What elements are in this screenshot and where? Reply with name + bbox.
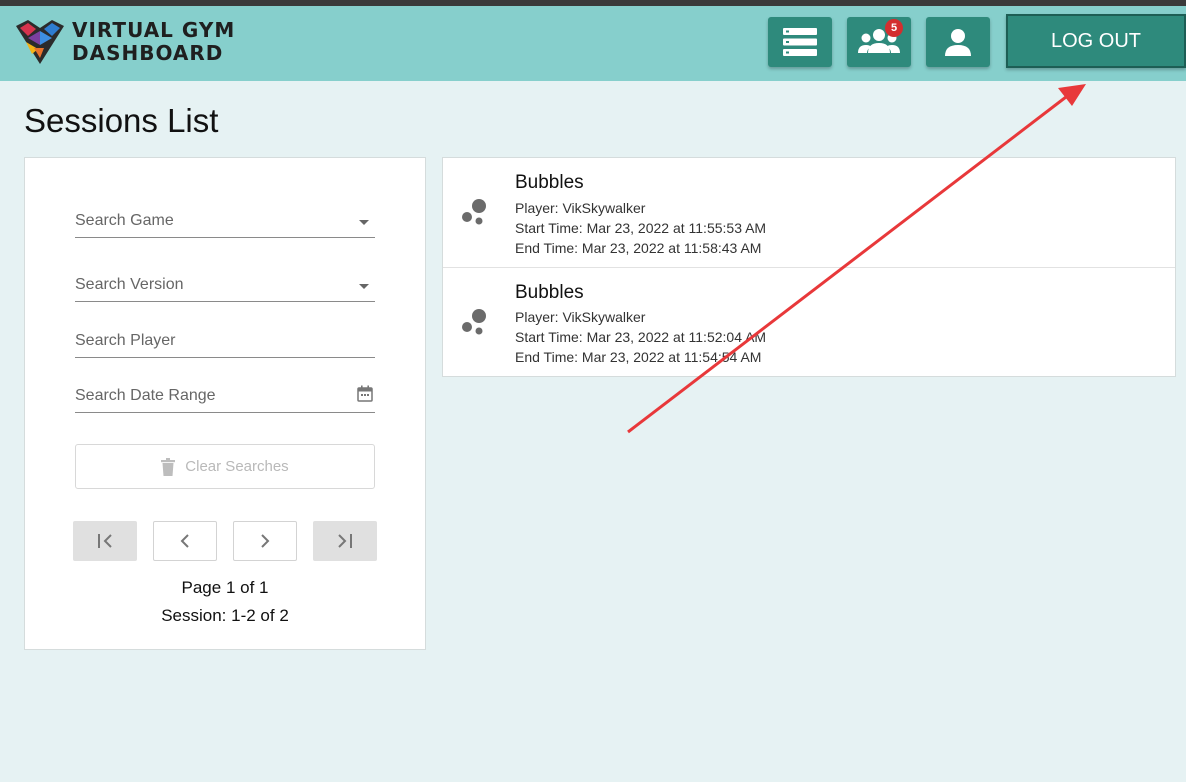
logout-button[interactable]: LOG OUT bbox=[1006, 14, 1186, 68]
first-page-button[interactable] bbox=[73, 521, 137, 561]
clear-searches-button[interactable]: Clear Searches bbox=[75, 444, 375, 489]
session-end-time: End Time: Mar 23, 2022 at 11:58:43 AM bbox=[515, 240, 762, 256]
session-list-item[interactable]: Bubbles Player: VikSkywalker Start Time:… bbox=[443, 158, 1175, 267]
list-icon bbox=[783, 28, 817, 56]
previous-page-button[interactable] bbox=[153, 521, 217, 561]
first-page-icon bbox=[98, 534, 112, 548]
search-version-select[interactable]: Search Version bbox=[75, 272, 375, 302]
session-range-indicator: Session: 1-2 of 2 bbox=[161, 606, 289, 625]
clear-searches-label: Clear Searches bbox=[185, 458, 289, 475]
session-game-title: Bubbles bbox=[515, 172, 584, 193]
dropdown-arrow-icon bbox=[359, 284, 369, 289]
search-game-label: Search Game bbox=[75, 212, 174, 229]
search-date-range-label: Search Date Range bbox=[75, 387, 216, 404]
search-player-label: Search Player bbox=[75, 332, 176, 349]
page-indicator: Page 1 of 1 bbox=[181, 578, 269, 597]
search-version-label: Search Version bbox=[75, 276, 184, 293]
chevron-left-icon bbox=[180, 534, 189, 548]
search-filter-panel: Search Game Search Version Search Player… bbox=[24, 157, 426, 650]
session-player: Player: VikSkywalker bbox=[515, 200, 646, 216]
heart-logo-icon bbox=[16, 20, 64, 64]
search-player-input[interactable]: Search Player bbox=[75, 328, 375, 358]
last-page-button[interactable] bbox=[313, 521, 377, 561]
session-start-time: Start Time: Mar 23, 2022 at 11:52:04 AM bbox=[515, 329, 767, 345]
app-header: VIRTUAL GYM DASHBOARD 5 LOG OUT bbox=[0, 6, 1186, 81]
profile-button[interactable] bbox=[926, 17, 990, 67]
sessions-list: Bubbles Player: VikSkywalker Start Time:… bbox=[442, 157, 1176, 377]
sessions-list-button[interactable] bbox=[768, 17, 832, 67]
bubbles-icon bbox=[462, 309, 486, 335]
page-title: Sessions List bbox=[24, 102, 219, 139]
chevron-right-icon bbox=[261, 534, 270, 548]
session-player: Player: VikSkywalker bbox=[515, 309, 646, 325]
bubbles-icon bbox=[462, 199, 486, 225]
person-icon bbox=[945, 29, 971, 56]
calendar-icon[interactable] bbox=[357, 385, 373, 402]
next-page-button[interactable] bbox=[233, 521, 297, 561]
session-game-title: Bubbles bbox=[515, 282, 584, 303]
search-game-select[interactable]: Search Game bbox=[75, 208, 375, 238]
session-end-time: End Time: Mar 23, 2022 at 11:54:54 AM bbox=[515, 349, 762, 365]
last-page-icon bbox=[338, 534, 352, 548]
session-start-time: Start Time: Mar 23, 2022 at 11:55:53 AM bbox=[515, 220, 767, 236]
search-date-range-input[interactable]: Search Date Range bbox=[75, 383, 375, 413]
trash-icon bbox=[161, 457, 176, 476]
notification-badge: 5 bbox=[885, 19, 903, 37]
users-button[interactable]: 5 bbox=[847, 17, 911, 67]
logo-line1: VIRTUAL GYM bbox=[72, 18, 236, 42]
logo-line2: DASHBOARD bbox=[72, 41, 224, 65]
app-logo-text: VIRTUAL GYM DASHBOARD bbox=[72, 19, 235, 65]
dropdown-arrow-icon bbox=[359, 220, 369, 225]
session-list-item[interactable]: Bubbles Player: VikSkywalker Start Time:… bbox=[443, 267, 1175, 376]
